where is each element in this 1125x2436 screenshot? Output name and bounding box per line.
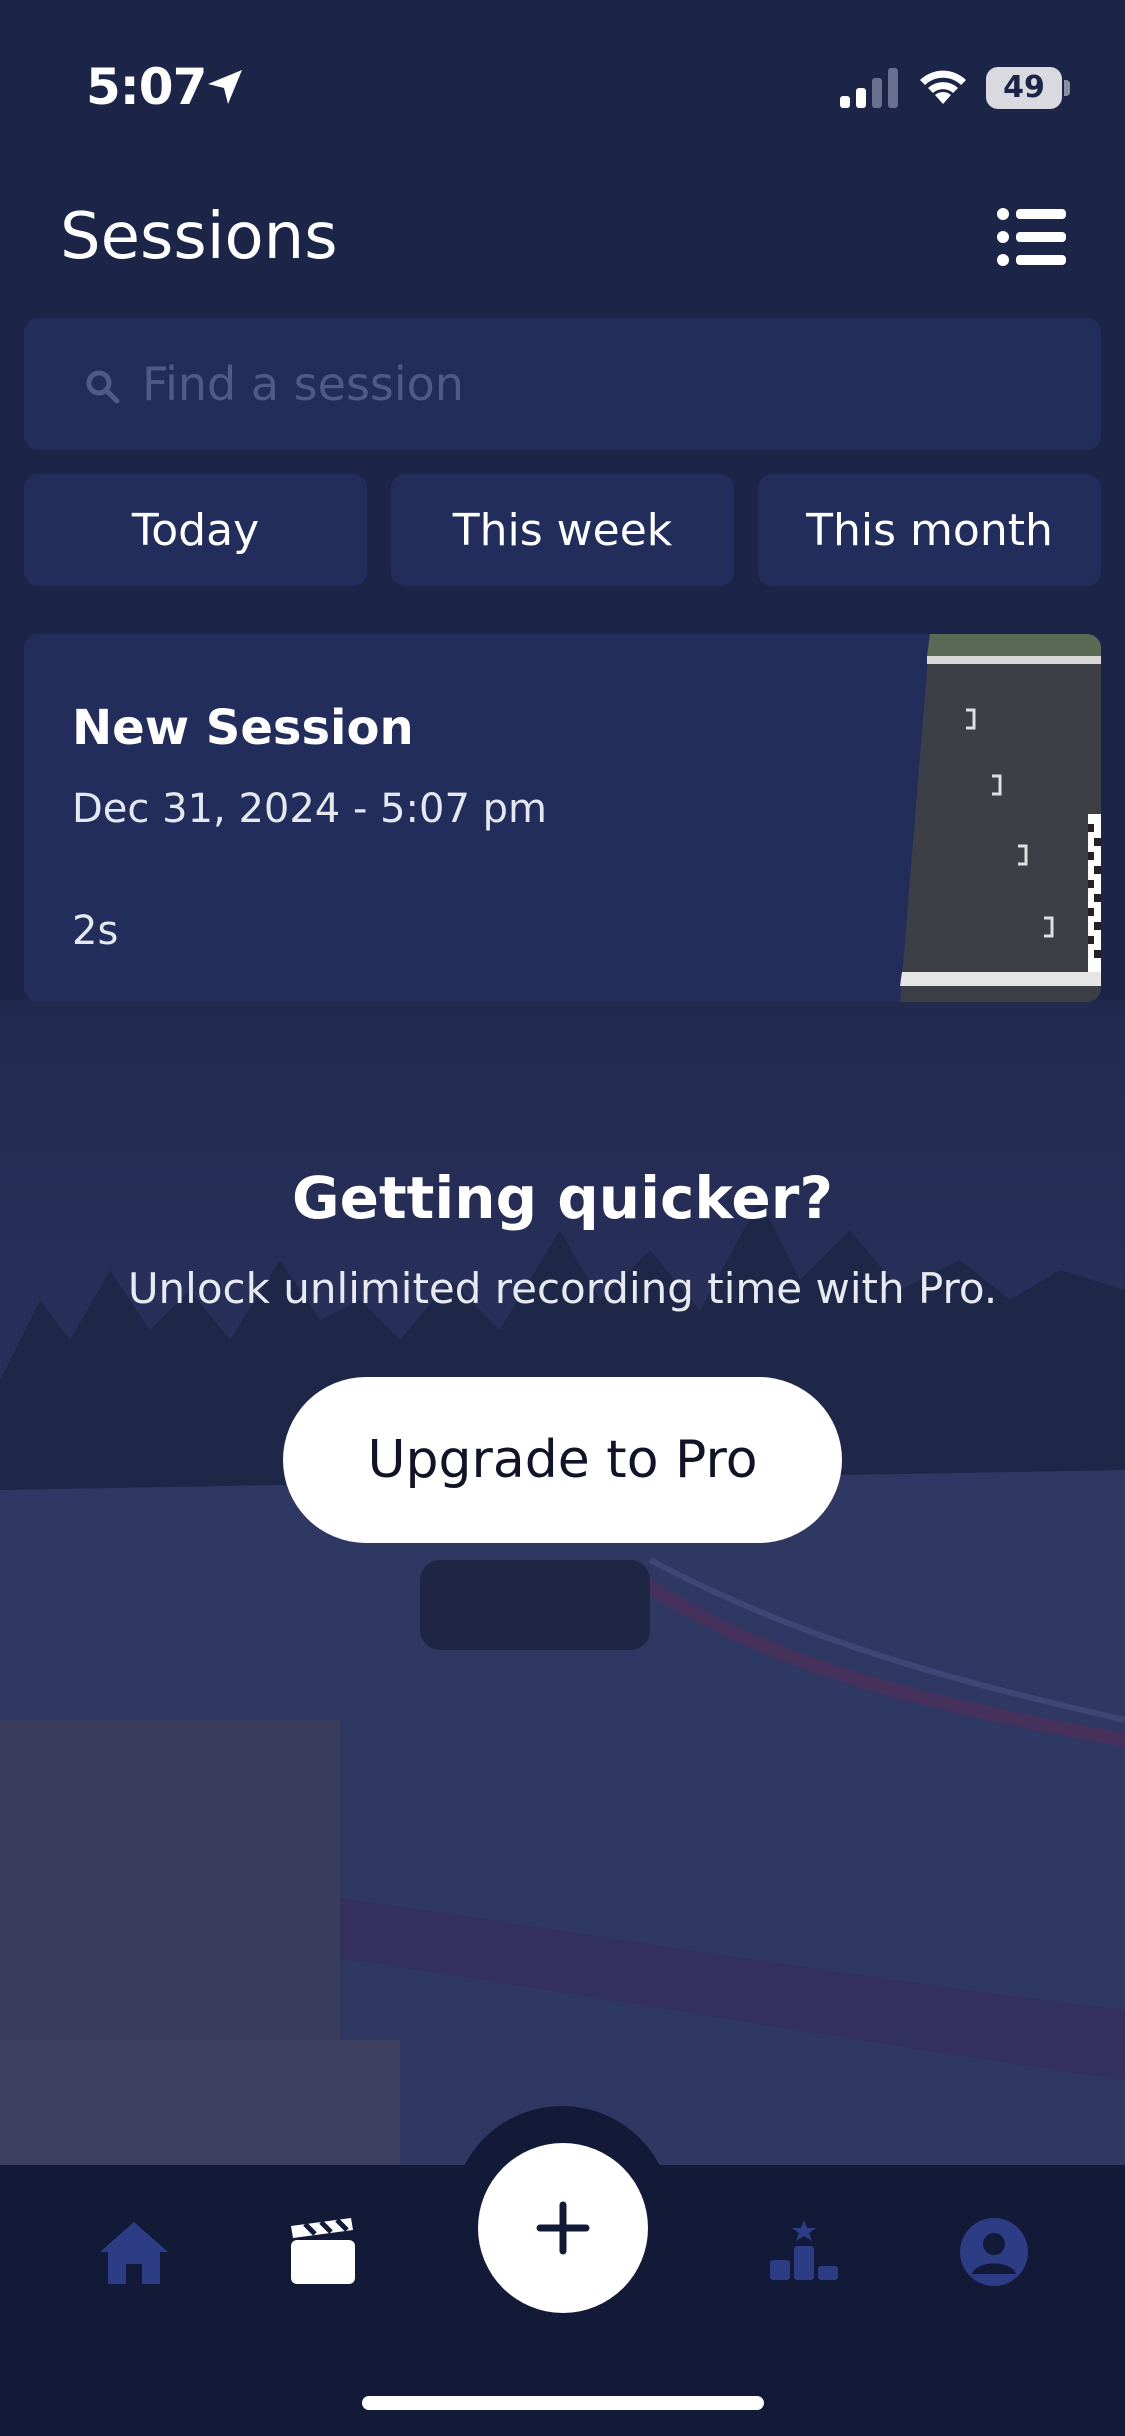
tab-home[interactable] — [96, 2216, 172, 2288]
session-date: Dec 31, 2024 - 5:07 pm — [72, 786, 547, 832]
new-session-button[interactable] — [478, 2143, 648, 2313]
list-icon[interactable] — [996, 206, 1068, 268]
clapperboard-icon — [291, 2218, 355, 2284]
tab-profile[interactable] — [956, 2216, 1032, 2288]
upgrade-to-pro-button[interactable]: Upgrade to Pro — [283, 1377, 842, 1543]
status-time: 5:07 — [86, 58, 207, 116]
tab-leaderboard[interactable] — [766, 2216, 842, 2288]
page-title: Sessions — [60, 200, 338, 274]
session-title: New Session — [72, 700, 414, 756]
date-filter-group: Today This week This month — [24, 474, 1101, 586]
promo-subtitle: Unlock unlimited recording time with Pro… — [127, 1264, 998, 1313]
session-card[interactable]: New Session Dec 31, 2024 - 5:07 pm 2s — [24, 634, 1101, 1002]
tab-sessions[interactable] — [285, 2216, 361, 2288]
plus-icon — [536, 2201, 590, 2255]
battery-level: 49 — [1003, 70, 1045, 105]
status-bar: 5:07 49 — [0, 0, 1125, 150]
search-icon — [86, 370, 120, 404]
wifi-icon — [920, 70, 966, 104]
location-arrow-icon — [208, 70, 242, 104]
sessions-screen: 5:07 49 Sessions Find a session Today Th… — [0, 0, 1125, 2436]
profile-icon — [960, 2218, 1028, 2286]
search-bar[interactable] — [24, 318, 1101, 450]
promo-title: Getting quicker? — [292, 1164, 833, 1232]
battery-icon: 49 — [986, 67, 1070, 109]
home-indicator — [362, 2396, 764, 2410]
podium-icon — [770, 2220, 838, 2280]
filter-this-week-button[interactable]: This week — [391, 474, 734, 586]
home-icon — [100, 2222, 168, 2284]
filter-this-month-button[interactable]: This month — [758, 474, 1101, 586]
session-duration: 2s — [72, 908, 119, 954]
session-thumbnail — [900, 634, 1101, 1002]
filter-today-button[interactable]: Today — [24, 474, 367, 586]
search-input[interactable] — [142, 318, 1042, 450]
cellular-signal-icon — [840, 68, 898, 108]
